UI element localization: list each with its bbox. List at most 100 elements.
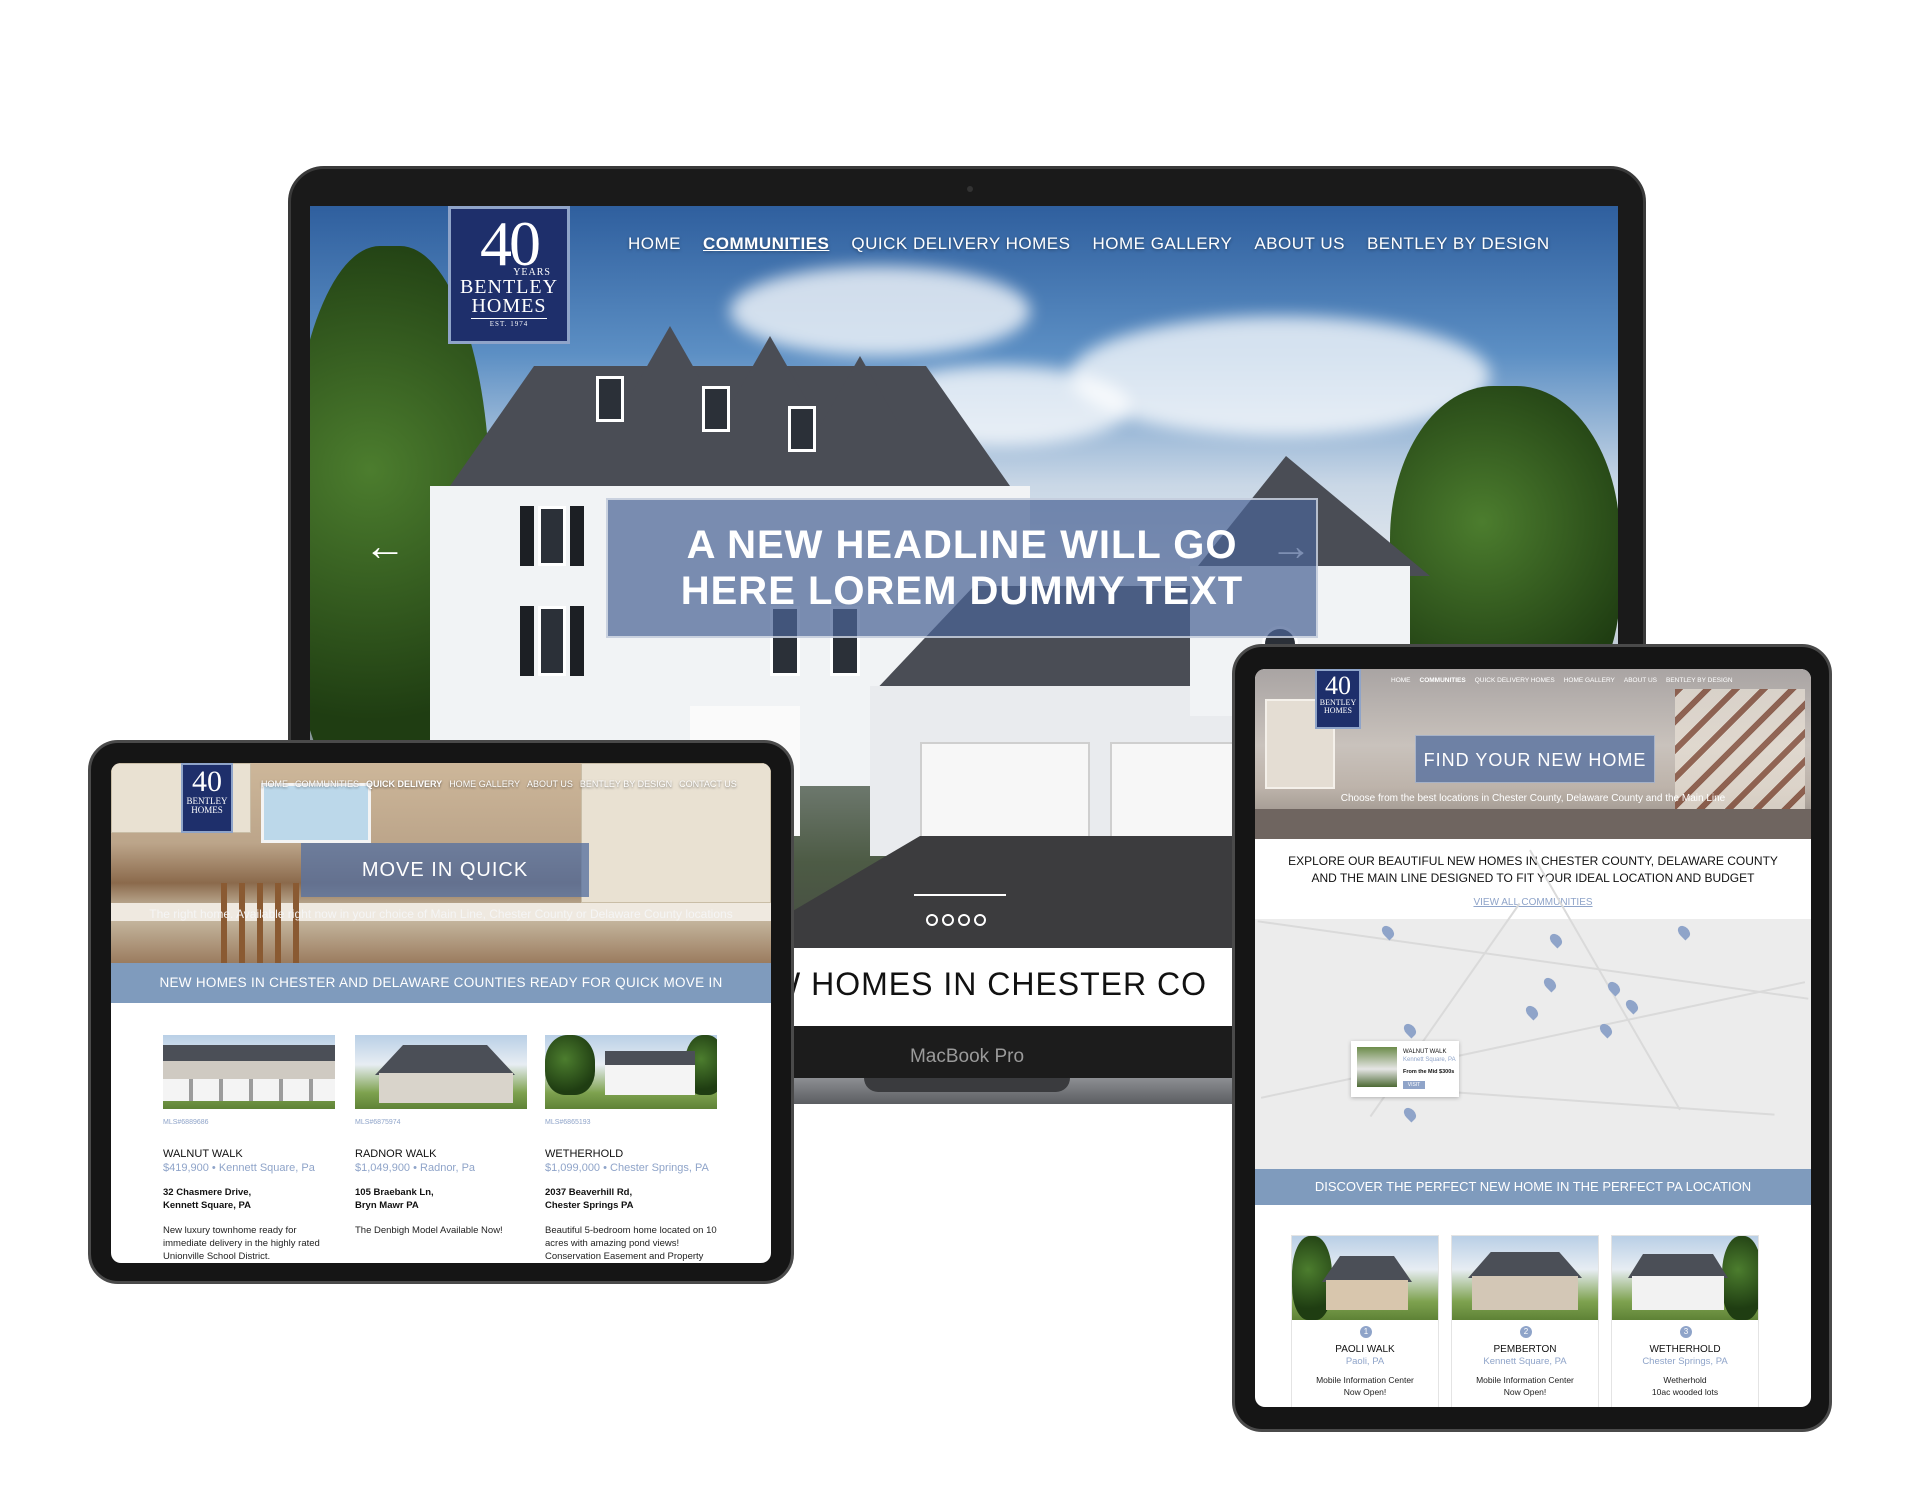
view-all-communities-link[interactable]: VIEW ALL COMMUNITIES	[1255, 897, 1811, 908]
section-band-title: NEW HOMES IN CHESTER AND DELAWARE COUNTI…	[111, 963, 771, 1003]
nav-item-communities[interactable]: COMMUNITIES	[1420, 677, 1466, 684]
map-pin-icon[interactable]	[1401, 1105, 1419, 1123]
nav-item-home-gallery[interactable]: HOME GALLERY	[1093, 234, 1233, 254]
map-popup[interactable]: WALNUT WALK Kennett Square, PA From the …	[1351, 1041, 1459, 1097]
map-popup-title: WALNUT WALK	[1403, 1049, 1447, 1055]
community-note-line2: Now Open!	[1503, 1387, 1547, 1397]
community-number-badge: 1	[1360, 1326, 1372, 1338]
listing-photo[interactable]	[163, 1035, 335, 1109]
community-note-line1: Wetherhold	[1663, 1375, 1707, 1385]
slider-prev-arrow-icon[interactable]: ←	[364, 522, 406, 570]
logo-number: 40	[480, 208, 541, 279]
nav-item-quick-delivery-homes[interactable]: QUICK DELIVERY HOMES	[1475, 677, 1555, 684]
listing-card[interactable]: MLS#6875974 RADNOR WALK $1,049,900 • Rad…	[355, 1035, 527, 1237]
tablet-right-screen: 40 BENTLEY HOMES HOME COMMUNITIES QUICK …	[1255, 669, 1811, 1407]
map-pin-icon[interactable]	[1401, 1021, 1419, 1039]
map-popup-visit-button[interactable]: VISIT	[1403, 1081, 1425, 1089]
nav-item-home-gallery[interactable]: HOME GALLERY	[449, 779, 520, 789]
community-note-line1: Mobile Information Center	[1316, 1375, 1414, 1385]
community-note-line1: Mobile Information Center	[1476, 1375, 1574, 1385]
hero-subtitle: The right home. Available right now in y…	[149, 907, 733, 921]
nav-item-home[interactable]: HOME	[628, 234, 681, 254]
main-nav: HOME COMMUNITIES QUICK DELIVERY HOMES HO…	[628, 234, 1550, 254]
listing-address: 105 Braebank Ln, Bryn Mawr PA	[355, 1186, 527, 1212]
map-pin-icon[interactable]	[1523, 1003, 1541, 1021]
community-name[interactable]: PAOLI WALK	[1292, 1344, 1438, 1355]
listing-mls: MLS#6889686	[163, 1119, 209, 1126]
bentley-homes-logo[interactable]: 40 BENTLEY HOMES	[181, 763, 233, 833]
listing-address-line1: 2037 Beaverhill Rd,	[545, 1187, 633, 1198]
listing-title[interactable]: WETHERHOLD	[545, 1148, 717, 1160]
nav-item-communities[interactable]: COMMUNITIES	[703, 234, 829, 254]
community-note-line2: Now Open!	[1343, 1387, 1387, 1397]
hero-headline: A NEW HEADLINE WILL GO HERE LOREM DUMMY …	[606, 498, 1318, 638]
slider-dot-3[interactable]	[958, 914, 970, 926]
community-number-badge: 3	[1680, 1326, 1692, 1338]
nav-item-about-us[interactable]: ABOUT US	[1624, 677, 1657, 684]
nav-item-bentley-by-design[interactable]: BENTLEY BY DESIGN	[1367, 234, 1550, 254]
listing-price-location: $419,900 • Kennett Square, Pa	[163, 1162, 315, 1174]
communities-map[interactable]: WALNUT WALK Kennett Square, PA From the …	[1255, 849, 1811, 1169]
hero-subtitle: Choose from the best locations in Cheste…	[1340, 793, 1726, 804]
community-location: Chester Springs, PA	[1642, 1356, 1728, 1367]
listing-address-line1: 105 Braebank Ln,	[355, 1187, 434, 1198]
main-nav: HOME COMMUNITIES QUICK DELIVERY HOME GAL…	[261, 779, 737, 789]
listing-photo[interactable]	[355, 1035, 527, 1109]
map-pin-icon[interactable]	[1623, 997, 1641, 1015]
slider-dot-1[interactable]	[926, 914, 938, 926]
listing-description: New luxury townhome ready for immediate …	[163, 1225, 320, 1262]
community-card[interactable]: 2 PEMBERTON Kennett Square, PA Mobile In…	[1451, 1235, 1599, 1407]
nav-item-about-us[interactable]: ABOUT US	[527, 779, 573, 789]
community-photo[interactable]	[1292, 1236, 1438, 1320]
community-name[interactable]: WETHERHOLD	[1612, 1344, 1758, 1355]
slider-dot-2[interactable]	[942, 914, 954, 926]
listing-title[interactable]: RADNOR WALK	[355, 1148, 527, 1160]
nav-item-quick-delivery-homes[interactable]: QUICK DELIVERY HOMES	[851, 234, 1070, 254]
listing-address-line1: 32 Chasmere Drive,	[163, 1187, 252, 1198]
nav-item-quick-delivery[interactable]: QUICK DELIVERY	[366, 779, 442, 789]
listing-card[interactable]: MLS#6865193 WETHERHOLD $1,099,000 • Ches…	[545, 1035, 717, 1263]
map-pin-icon[interactable]	[1541, 975, 1559, 993]
scroll-down-chevron-icon[interactable]	[914, 894, 1006, 896]
tablet-left-screen: 40 BENTLEY HOMES HOME COMMUNITIES QUICK …	[111, 763, 771, 1263]
logo-number: 40	[192, 765, 222, 798]
bentley-homes-logo[interactable]: 40 YEARS BENTLEY HOMES EST. 1974	[448, 206, 570, 344]
listing-address: 2037 Beaverhill Rd, Chester Springs PA	[545, 1186, 717, 1212]
community-number-badge: 2	[1520, 1326, 1532, 1338]
hero-title: FIND YOUR NEW HOME	[1415, 735, 1655, 783]
device-mockup-stage: 40 YEARS BENTLEY HOMES EST. 1974 HOME CO…	[0, 0, 1920, 1502]
map-popup-price: From the Mid $300s	[1403, 1069, 1455, 1075]
community-note: Mobile Information Center Now Open!	[1452, 1374, 1598, 1398]
nav-item-bentley-by-design[interactable]: BENTLEY BY DESIGN	[580, 779, 672, 789]
slider-dot-4[interactable]	[974, 914, 986, 926]
slider-pagination	[926, 914, 986, 926]
macbook-notch	[864, 1078, 1070, 1092]
hero-headline-line2: HERE LOREM DUMMY TEXT	[680, 569, 1244, 613]
listing-mls: MLS#6865193	[545, 1119, 591, 1126]
community-note: Mobile Information Center Now Open!	[1292, 1374, 1438, 1398]
map-pin-icon[interactable]	[1675, 923, 1693, 941]
listing-address: 32 Chasmere Drive, Kennett Square, PA	[163, 1186, 335, 1212]
bentley-homes-logo[interactable]: 40 BENTLEY HOMES	[1315, 669, 1361, 729]
logo-name-line2: HOMES	[471, 295, 547, 317]
community-photo[interactable]	[1612, 1236, 1758, 1320]
nav-item-about-us[interactable]: ABOUT US	[1254, 234, 1345, 254]
listing-card[interactable]: MLS#6889686 WALNUT WALK $419,900 • Kenne…	[163, 1035, 335, 1263]
map-pin-icon[interactable]	[1605, 979, 1623, 997]
listing-mls: MLS#6875974	[355, 1119, 401, 1126]
community-card[interactable]: 3 WETHERHOLD Chester Springs, PA Wetherh…	[1611, 1235, 1759, 1407]
nav-item-home-gallery[interactable]: HOME GALLERY	[1564, 677, 1615, 684]
map-pin-icon[interactable]	[1547, 931, 1565, 949]
nav-item-bentley-by-design[interactable]: BENTLEY BY DESIGN	[1666, 677, 1733, 684]
nav-item-contact-us[interactable]: CONTACT US	[679, 779, 737, 789]
listing-address-line2: Chester Springs PA	[545, 1200, 634, 1211]
listing-photo[interactable]	[545, 1035, 717, 1109]
nav-item-home[interactable]: HOME	[261, 779, 288, 789]
community-name[interactable]: PEMBERTON	[1452, 1344, 1598, 1355]
nav-item-communities[interactable]: COMMUNITIES	[295, 779, 359, 789]
community-card[interactable]: 1 PAOLI WALK Paoli, PA Mobile Informatio…	[1291, 1235, 1439, 1407]
nav-item-home[interactable]: HOME	[1391, 677, 1411, 684]
community-note-line2: 10ac wooded lots	[1651, 1387, 1719, 1397]
community-photo[interactable]	[1452, 1236, 1598, 1320]
listing-title[interactable]: WALNUT WALK	[163, 1148, 335, 1160]
